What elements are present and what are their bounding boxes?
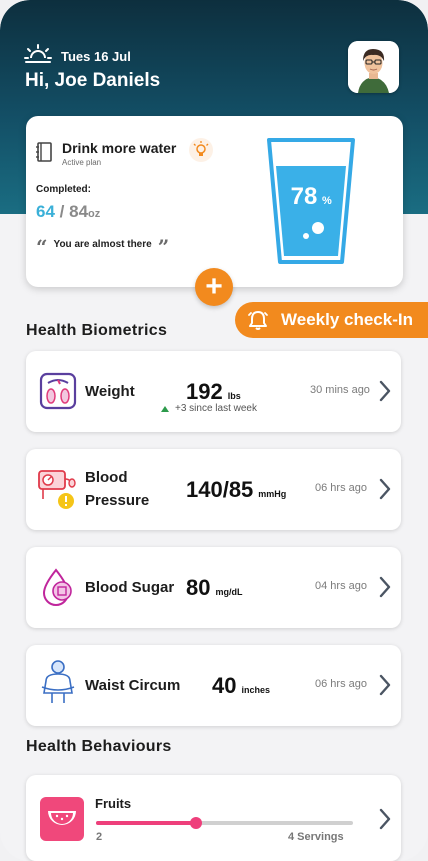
water-current: 64 [36, 202, 55, 221]
lightbulb-icon [193, 141, 209, 156]
last-updated: 06 hrs ago [315, 482, 367, 494]
greeting: Hi, Joe Daniels [25, 70, 161, 91]
avatar[interactable] [348, 41, 399, 93]
scale-icon [39, 372, 77, 410]
water-target: 84 [69, 202, 89, 221]
notebook-icon [36, 142, 52, 162]
add-entry-button[interactable]: + [195, 268, 233, 306]
biometric-name: Weight [85, 383, 135, 400]
delta-text: +3 since last week [175, 403, 257, 414]
last-updated: 04 hrs ago [315, 580, 367, 592]
water-glass-icon: 78 % [267, 138, 355, 264]
biometric-row-waist[interactable]: Waist Circum 40 inches 06 hrs ago [26, 645, 401, 726]
avatar-image [348, 41, 399, 93]
plan-title: Drink more water [62, 140, 177, 156]
chevron-right-icon [379, 808, 391, 830]
value-number: 80 [186, 575, 211, 600]
watermelon-icon-tile [40, 797, 84, 841]
value-unit: mg/dL [215, 587, 243, 597]
chevron-right-icon [379, 576, 391, 598]
chevron-right-icon [379, 380, 391, 402]
blood-drop-icon [42, 568, 72, 606]
biometric-name: Blood Pressure [85, 466, 149, 512]
biometric-value: 40 inches [212, 673, 270, 699]
behaviour-row-fruits[interactable]: Fruits 2 4 Servings [26, 775, 401, 861]
chevron-right-icon [379, 674, 391, 696]
value-number: 40 [212, 673, 237, 698]
date-label: Tues 16 Jul [61, 49, 131, 64]
blood-pressure-icon [38, 470, 76, 509]
weight-delta: +3 since last week [161, 403, 257, 414]
name-line-1: Blood [85, 469, 128, 486]
behaviours-title: Health Behaviours [26, 738, 172, 755]
biometric-name: Waist Circum [85, 677, 181, 694]
motivation-quote: “ You are almost there ” [36, 235, 170, 259]
chevron-right-icon [379, 478, 391, 500]
behaviour-name: Fruits [95, 796, 132, 811]
water-progress: 64 / 84oz [36, 202, 100, 222]
last-updated: 06 hrs ago [315, 678, 367, 690]
value-unit: mmHg [258, 489, 287, 499]
biometric-row-blood-sugar[interactable]: Blood Sugar 80 mg/dL 04 hrs ago [26, 547, 401, 628]
water-percent: 78 [291, 183, 318, 210]
weekly-checkin-button[interactable]: Weekly check-In [235, 302, 428, 338]
quote-text: You are almost there [53, 238, 152, 250]
value-number: 140/85 [186, 477, 254, 502]
quote-open-icon: “ [36, 235, 48, 259]
biometric-row-weight[interactable]: Weight 192 lbs +3 since last week 30 mins… [26, 351, 401, 432]
plan-subtitle: Active plan [62, 158, 102, 167]
tip-button[interactable] [189, 138, 213, 162]
servings-slider-handle[interactable] [190, 817, 203, 829]
biometric-value: 80 mg/dL [186, 575, 242, 601]
value-number: 192 [186, 379, 223, 404]
completed-label: Completed: [36, 184, 91, 195]
water-plan-card[interactable]: Drink more water Active plan Completed: … [26, 116, 403, 287]
bell-icon [248, 311, 268, 330]
water-separator: / [59, 202, 65, 221]
app-screen: Tues 16 Jul Hi, Joe Daniels Drink more w… [0, 0, 428, 861]
weekly-checkin-label: Weekly check-In [281, 310, 413, 329]
watermelon-icon [48, 811, 76, 825]
trend-up-icon [161, 405, 169, 412]
servings-current: 2 [96, 831, 103, 843]
servings-goal: 4 Servings [288, 831, 344, 843]
last-updated: 30 mins ago [310, 384, 370, 396]
water-percent-sign: % [322, 195, 332, 207]
sunrise-icon [24, 44, 52, 63]
value-unit: inches [241, 685, 270, 695]
servings-slider[interactable] [96, 817, 353, 829]
waist-icon [41, 660, 75, 703]
water-unit: oz [88, 208, 101, 220]
biometric-row-blood-pressure[interactable]: Blood Pressure 140/85 mmHg 06 hrs ago [26, 449, 401, 530]
quote-close-icon: ” [157, 235, 170, 259]
servings-slider-fill [96, 821, 197, 825]
biometric-value: 140/85 mmHg [186, 477, 286, 503]
biometric-name: Blood Sugar [85, 579, 175, 596]
name-line-2: Pressure [85, 492, 150, 509]
biometric-value: 192 lbs [186, 379, 241, 405]
biometrics-title: Health Biometrics [26, 322, 168, 339]
value-unit: lbs [227, 391, 241, 401]
